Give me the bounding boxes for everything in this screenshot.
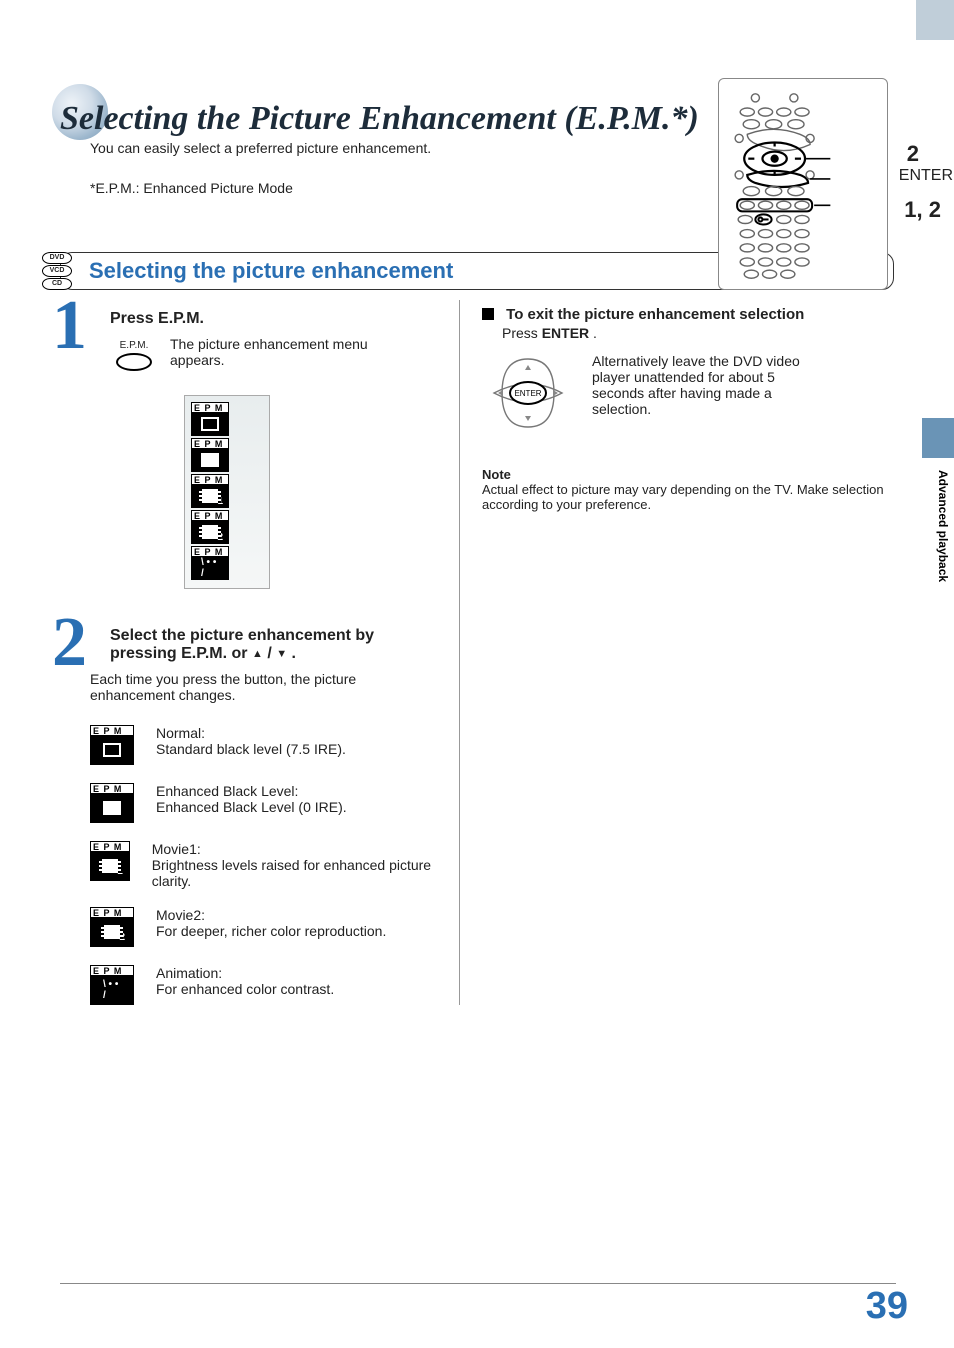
step-1: 1 Press E.P.M. E.P.M. The picture enhanc… — [60, 300, 443, 589]
step-2-number: 2 — [52, 611, 87, 674]
enter-graphic-row: ENTER Alternatively leave the DVD video … — [482, 353, 894, 433]
disc-dvd: DVD — [42, 252, 72, 264]
epm-bar-label: E P M — [90, 725, 134, 736]
manual-page: Selecting the Picture Enhancement (E.P.M… — [0, 0, 954, 1348]
disc-vcd: VCD — [42, 265, 72, 277]
exit-title-text: To exit the picture enhancement selectio… — [506, 306, 804, 323]
epm-bar-label: E P M — [90, 783, 134, 794]
page-title: Selecting the Picture Enhancement (E.P.M… — [60, 100, 894, 138]
step-1-body: The picture enhancement menu appears. — [170, 336, 390, 368]
epm-button-graphic: E.P.M. — [110, 340, 158, 371]
exit-press: Press — [502, 325, 542, 341]
left-column: 1 Press E.P.M. E.P.M. The picture enhanc… — [60, 300, 460, 1005]
enter-button-label: ENTER — [514, 389, 541, 398]
step-2-title-b: pressing E.P.M. or — [110, 645, 252, 662]
anim-face: \ • • / — [103, 983, 121, 997]
epm-bar-label: E P M — [191, 474, 229, 485]
step-1-title: Press E.P.M. — [110, 310, 443, 328]
option-name: Normal: — [156, 725, 205, 741]
epm-menu-item-normal: E P M — [191, 402, 229, 436]
step-2-title-d: . — [292, 645, 296, 662]
option-desc: For enhanced color contrast. — [156, 981, 334, 997]
option-animation: E P M \ • • / Animation:For enhanced colo… — [90, 965, 443, 1005]
side-tab: Advanced playback — [914, 390, 954, 610]
step-1-number: 1 — [52, 294, 87, 357]
epm-bar-label: E P M — [90, 907, 134, 918]
up-triangle-icon: ▲ — [252, 648, 263, 660]
option-name: Enhanced Black Level: — [156, 783, 298, 799]
exit-heading: To exit the picture enhancement selectio… — [482, 306, 894, 323]
note-text: Actual effect to picture may vary depend… — [482, 482, 894, 512]
epm-bar-label: E P M — [191, 510, 229, 521]
exit-body: Alternatively leave the DVD video player… — [592, 353, 822, 417]
right-column: To exit the picture enhancement selectio… — [460, 300, 894, 1005]
epm-menu-item-blacklevel: E P M — [191, 438, 229, 472]
oval-button-icon — [116, 353, 152, 371]
remote-callout-12: 1, 2 — [904, 197, 941, 223]
epm-menu-item-animation: E P M \ • • / — [191, 546, 229, 580]
remote-callout-enter: ENTER — [899, 167, 953, 185]
epm-bar-label: E P M — [191, 402, 229, 413]
side-tab-label: Advanced playback — [936, 470, 950, 582]
exit-dot: . — [593, 325, 597, 341]
step-2: 2 Select the picture enhancement by pres… — [60, 617, 443, 1005]
step-2-title-c: / — [267, 645, 276, 662]
option-desc: Enhanced Black Level (0 IRE). — [156, 799, 347, 815]
remote-callout-2: 2 — [907, 141, 919, 167]
disc-stack: DVD VCD CD — [37, 252, 77, 290]
step-2-title: Select the picture enhancement by pressi… — [110, 627, 443, 663]
epm-menu-item-movie1: E P M 1 — [191, 474, 229, 508]
epm-button-label: E.P.M. — [120, 340, 149, 351]
epm-menu-graphic: E P M E P M E P M 1 E P M 2 — [184, 395, 270, 589]
option-desc: Standard black level (7.5 IRE). — [156, 741, 346, 757]
anim-face: \ • • / — [201, 561, 219, 575]
section-heading-text: Selecting the picture enhancement — [85, 258, 453, 284]
option-blacklevel: E P M Enhanced Black Level:Enhanced Blac… — [90, 783, 443, 823]
exit-enter: ENTER — [542, 325, 589, 341]
step-2-title-a: Select the picture enhancement by — [110, 627, 374, 644]
dpad-enter-icon: ENTER — [482, 353, 574, 433]
option-movie2: E P M 2 Movie2:For deeper, richer color r… — [90, 907, 443, 947]
corner-1: 1 — [117, 866, 123, 877]
down-triangle-icon: ▼ — [276, 648, 287, 660]
epm-bar-label: E P M — [90, 841, 130, 852]
option-desc: Brightness levels raised for enhanced pi… — [152, 857, 431, 889]
epm-menu-item-movie2: E P M 2 — [191, 510, 229, 544]
options-list: E P M Normal:Standard black level (7.5 I… — [90, 725, 443, 1005]
corner-2: 2 — [217, 532, 223, 543]
square-bullet-icon — [482, 308, 494, 320]
epm-bar-label: E P M — [191, 546, 229, 557]
corner-2: 2 — [119, 932, 125, 943]
step-2-body: Each time you press the button, the pict… — [90, 671, 443, 703]
content-columns: 1 Press E.P.M. E.P.M. The picture enhanc… — [60, 300, 894, 1005]
footer-rule — [60, 1283, 896, 1284]
side-tab-bar — [922, 418, 954, 458]
note-heading: Note — [482, 467, 894, 482]
option-name: Animation: — [156, 965, 222, 981]
option-movie1: E P M 1 Movie1:Brightness levels raised f… — [90, 841, 443, 889]
exit-instruction: Press ENTER . — [502, 325, 894, 341]
page-number: 39 — [866, 1285, 908, 1328]
option-name: Movie2: — [156, 907, 205, 923]
option-desc: For deeper, richer color reproduction. — [156, 923, 386, 939]
epm-bar-label: E P M — [191, 438, 229, 449]
corner-1: 1 — [217, 496, 223, 507]
epm-bar-label: E P M — [90, 965, 134, 976]
option-normal: E P M Normal:Standard black level (7.5 I… — [90, 725, 443, 765]
option-name: Movie1: — [152, 841, 201, 857]
